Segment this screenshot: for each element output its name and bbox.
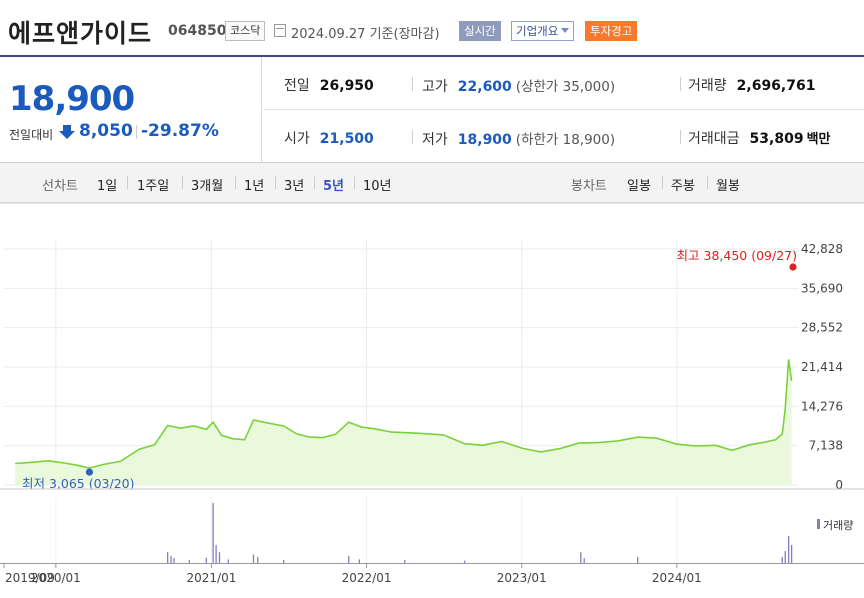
candle-chart-title: 봉차트 xyxy=(571,179,607,194)
period-3m[interactable]: 3개월 xyxy=(191,175,223,194)
period-5y[interactable]: 5년 xyxy=(323,175,344,194)
candle-daily[interactable]: 일봉 xyxy=(627,175,651,194)
realtime-button[interactable]: 실시간 xyxy=(459,21,501,41)
divider xyxy=(127,176,128,189)
max-label: 최고 38,450 (09/27) xyxy=(677,248,797,263)
min-marker xyxy=(85,468,94,476)
y-tick-label: 42,828 xyxy=(801,242,843,256)
stock-code: 064850 xyxy=(168,23,227,39)
divider xyxy=(680,77,681,91)
volume-legend: 거래량 xyxy=(823,519,853,532)
divider xyxy=(235,176,236,189)
y-tick-label: 7,138 xyxy=(809,439,843,453)
divider xyxy=(707,176,708,189)
calendar-icon xyxy=(274,24,286,37)
y-tick-label: 35,690 xyxy=(801,281,843,295)
divider xyxy=(680,130,681,144)
period-1y[interactable]: 1년 xyxy=(244,175,264,194)
investment-warning-badge[interactable]: 투자경고 xyxy=(585,21,638,41)
max-marker xyxy=(789,263,797,271)
divider xyxy=(412,130,413,144)
high-cell: 고가 22,600 (상한가 35,000) xyxy=(422,79,616,95)
down-arrow-icon xyxy=(59,125,75,139)
chevron-down-icon xyxy=(561,28,570,33)
y-tick-label: 14,276 xyxy=(801,399,843,413)
line-chart-title: 선차트 xyxy=(42,179,78,194)
period-1w[interactable]: 1주일 xyxy=(137,175,169,194)
divider xyxy=(412,77,413,91)
candle-monthly[interactable]: 월봉 xyxy=(716,175,740,194)
period-3y[interactable]: 3년 xyxy=(284,175,304,194)
period-10y[interactable]: 10년 xyxy=(363,175,392,194)
x-tick-label: 2020/01 xyxy=(31,571,81,585)
current-price: 18,900 xyxy=(9,79,135,119)
y-tick-label: 28,552 xyxy=(801,321,843,335)
volume-cell: 거래량 2,696,761 xyxy=(688,78,816,94)
company-overview-button[interactable]: 기업개요 xyxy=(511,21,575,41)
stock-header: 에프앤가이드 064850 코스닥 2024.09.27 기준(장마감) 실시간… xyxy=(0,0,864,56)
x-tick-label: 2023/01 xyxy=(497,571,547,585)
period-1d[interactable]: 1일 xyxy=(97,175,117,194)
candle-weekly[interactable]: 주봉 xyxy=(671,175,695,194)
quote-panel: 18,900 전일대비 8,050 -29.87% 전일 26,950 고가 22,… xyxy=(0,55,864,163)
x-tick-label: 2024/01 xyxy=(652,571,702,585)
stock-name: 에프앤가이드 xyxy=(8,19,153,48)
divider xyxy=(662,176,663,189)
price-area xyxy=(15,359,792,485)
x-tick-label: 2022/01 xyxy=(342,571,392,585)
divider xyxy=(314,176,315,189)
low-cell: 저가 18,900 (하한가 18,900) xyxy=(422,132,616,148)
divider xyxy=(182,176,183,189)
change-label: 전일대비 xyxy=(9,128,54,142)
change-value: 8,050 xyxy=(79,121,133,141)
divider xyxy=(136,125,137,139)
price-summary: 18,900 전일대비 8,050 -29.87% xyxy=(0,57,262,163)
prev-close-cell: 전일 26,950 xyxy=(284,78,374,94)
change-percent: -29.87% xyxy=(141,121,219,141)
divider xyxy=(354,176,355,189)
x-tick-label: 2021/01 xyxy=(186,571,236,585)
open-cell: 시가 21,500 xyxy=(284,131,374,147)
y-tick-label: 21,414 xyxy=(801,360,843,374)
amount-cell: 거래대금 53,809 백만 xyxy=(688,131,831,147)
divider xyxy=(263,109,864,110)
market-badge: 코스닥 xyxy=(225,21,266,41)
price-chart[interactable]: 0 7,138 14,276 21,414 28,552 35,690 42,828 최고 3… xyxy=(0,203,864,598)
y-tick-label: 0 xyxy=(835,478,843,492)
volume-legend-swatch xyxy=(817,519,820,529)
quote-date: 2024.09.27 기준(장마감) xyxy=(291,27,440,42)
chart-period-bar: 선차트 1일 1주일 3개월 1년 3년 5년 10년 봉차트 일봉 주봉 월봉 xyxy=(0,163,864,203)
price-chart-svg: 0 7,138 14,276 21,414 28,552 35,690 42,828 최고 3… xyxy=(0,203,864,585)
divider xyxy=(275,176,276,189)
